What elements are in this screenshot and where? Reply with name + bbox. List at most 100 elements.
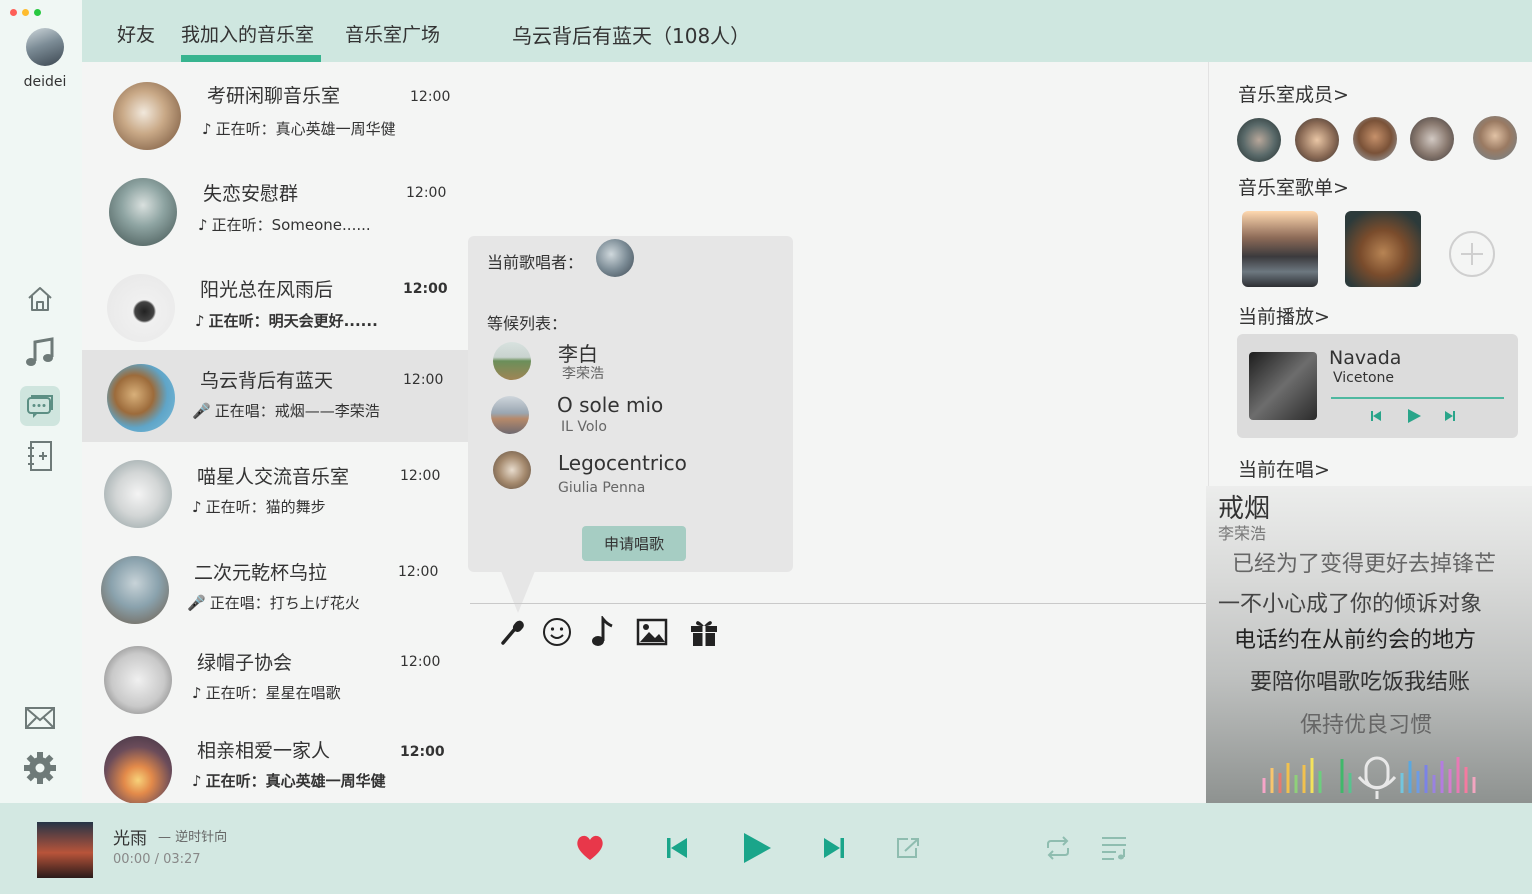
tab-joined-rooms[interactable]: 我加入的音乐室 xyxy=(181,20,314,47)
room-time: 12:00 xyxy=(406,185,447,201)
queue-item-thumbnail xyxy=(491,396,529,434)
lyric-line: 一不小心成了你的倾诉对象 xyxy=(1218,592,1483,617)
play-icon[interactable] xyxy=(737,828,777,868)
room-status: 🎤 正在唱：打ち上げ花火 xyxy=(187,593,360,613)
minimize-window-button[interactable] xyxy=(22,9,29,16)
music-note-icon: ♪ xyxy=(192,771,202,790)
room-thumbnail xyxy=(104,646,172,714)
tab-friends[interactable]: 好友 xyxy=(117,20,155,47)
room-name: 喵星人交流音乐室 xyxy=(197,466,350,488)
music-note-icon[interactable] xyxy=(584,614,620,650)
zoom-window-button[interactable] xyxy=(34,9,41,16)
room-time: 12:00 xyxy=(403,281,448,297)
member-avatar[interactable] xyxy=(1237,118,1281,162)
member-avatar[interactable] xyxy=(1410,117,1454,161)
tab-room-plaza[interactable]: 音乐室广场 xyxy=(345,20,440,47)
room-thumbnail xyxy=(107,274,175,342)
now-singing-section-title[interactable]: 当前在唱> xyxy=(1238,455,1330,482)
top-bar: 好友 我加入的音乐室 音乐室广场 乌云背后有蓝天（108人） xyxy=(82,0,1532,62)
room-time: 12:00 xyxy=(398,564,439,580)
playlist-icon[interactable] xyxy=(1098,833,1130,863)
queue-song-title[interactable]: O sole mio xyxy=(557,393,663,417)
previous-icon[interactable] xyxy=(663,834,691,862)
room-status: ♪ 正在听：真心英雄一周华健 xyxy=(202,119,396,139)
chat-icon[interactable] xyxy=(20,386,60,426)
play-icon[interactable] xyxy=(1404,406,1424,426)
room-thumbnail xyxy=(107,364,175,432)
mail-icon[interactable] xyxy=(20,698,60,738)
microphone-icon xyxy=(1357,756,1397,799)
room-thumbnail xyxy=(104,460,172,528)
queue-song-artist: IL Volo xyxy=(561,419,607,435)
queue-song-artist: Giulia Penna xyxy=(558,480,646,496)
window-controls xyxy=(10,9,41,16)
plus-icon xyxy=(1461,243,1483,265)
member-avatar[interactable] xyxy=(1295,118,1339,162)
room-time: 12:00 xyxy=(400,744,445,760)
next-icon[interactable] xyxy=(1442,408,1458,424)
emoji-icon[interactable] xyxy=(539,614,575,650)
room-list: 考研闲聊音乐室 12:00 ♪ 正在听：真心英雄一周华健 失恋安慰群 12:00 … xyxy=(82,62,470,804)
room-item[interactable]: 阳光总在风雨后 12:00 ♪ 正在听：明天会更好...... xyxy=(82,261,470,353)
microphone-icon: 🎤 xyxy=(192,401,211,420)
home-icon[interactable] xyxy=(20,279,60,319)
current-singer-avatar[interactable] xyxy=(596,239,634,277)
notebook-icon[interactable] xyxy=(20,436,60,476)
lyric-line: 保持优良习惯 xyxy=(1300,713,1433,738)
member-avatar[interactable] xyxy=(1473,116,1517,160)
player-cover[interactable] xyxy=(37,822,93,878)
now-playing-cover xyxy=(1249,352,1317,420)
next-icon[interactable] xyxy=(820,834,848,862)
room-status: ♪ 正在听：星星在唱歌 xyxy=(192,683,341,703)
room-item[interactable]: 失恋安慰群 12:00 ♪ 正在听：Someone...... xyxy=(82,165,470,257)
room-item[interactable]: 考研闲聊音乐室 12:00 ♪ 正在听：真心英雄一周华健 xyxy=(82,69,470,161)
microphone-icon[interactable] xyxy=(494,614,530,650)
room-status: ♪ 正在听：明天会更好...... xyxy=(195,311,378,331)
audio-visualizer xyxy=(1262,756,1476,799)
music-note-icon[interactable] xyxy=(20,332,60,372)
member-avatar[interactable] xyxy=(1353,117,1397,161)
previous-icon[interactable] xyxy=(1368,408,1384,424)
room-name: 相亲相爱一家人 xyxy=(197,740,331,762)
now-playing-section-title[interactable]: 当前播放> xyxy=(1238,302,1330,329)
current-singer-label: 当前歌唱者： xyxy=(487,253,584,272)
queue-song-title[interactable]: Legocentrico xyxy=(558,451,687,475)
room-item-active[interactable]: 乌云背后有蓝天 12:00 🎤 正在唱：戒烟——李荣浩 xyxy=(82,350,470,442)
waiting-list-label: 等候列表： xyxy=(487,314,568,333)
room-title: 乌云背后有蓝天（108人） xyxy=(512,24,751,48)
members-section-title[interactable]: 音乐室成员> xyxy=(1238,80,1349,107)
now-playing-artist: Vicetone xyxy=(1333,370,1395,386)
user-name: deidei xyxy=(23,74,67,90)
playlist-cover[interactable] xyxy=(1242,211,1318,287)
share-icon[interactable] xyxy=(894,834,922,862)
room-status: ♪ 正在听：猫的舞步 xyxy=(192,497,326,517)
close-window-button[interactable] xyxy=(10,9,17,16)
user-avatar[interactable] xyxy=(26,28,64,66)
queue-song-artist: 李荣浩 xyxy=(562,366,604,382)
room-time: 12:00 xyxy=(400,468,441,484)
gift-icon[interactable] xyxy=(686,614,722,650)
playlist-cover[interactable] xyxy=(1345,211,1421,287)
music-note-icon: ♪ xyxy=(198,215,208,234)
heart-icon[interactable] xyxy=(574,832,606,864)
room-item[interactable]: 绿帽子协会 12:00 ♪ 正在听：星星在唱歌 xyxy=(82,636,470,728)
now-playing-title: Navada xyxy=(1329,347,1402,369)
gear-icon[interactable] xyxy=(20,748,60,788)
lyric-line-current: 电话约在从前约会的地方 xyxy=(1234,628,1477,653)
apply-to-sing-button[interactable]: 申请唱歌 xyxy=(582,526,686,561)
room-item[interactable]: 二次元乾杯乌拉 12:00 🎤 正在唱：打ち上げ花火 xyxy=(82,546,470,638)
music-note-icon: ♪ xyxy=(192,497,202,516)
room-thumbnail xyxy=(109,178,177,246)
left-rail: deidei xyxy=(0,0,82,803)
add-playlist-button[interactable] xyxy=(1449,231,1495,277)
lyric-line: 要陪你唱歌吃饭我结账 xyxy=(1250,670,1471,695)
active-tab-indicator xyxy=(181,55,321,62)
room-item[interactable]: 喵星人交流音乐室 12:00 ♪ 正在听：猫的舞步 xyxy=(82,450,470,542)
playlist-section-title[interactable]: 音乐室歌单> xyxy=(1238,173,1349,200)
now-playing-progress[interactable] xyxy=(1331,397,1504,399)
repeat-icon[interactable] xyxy=(1042,834,1074,862)
room-name: 失恋安慰群 xyxy=(203,183,299,205)
image-icon[interactable] xyxy=(634,614,670,650)
room-thumbnail xyxy=(113,82,181,150)
music-note-icon: ♪ xyxy=(195,311,205,330)
